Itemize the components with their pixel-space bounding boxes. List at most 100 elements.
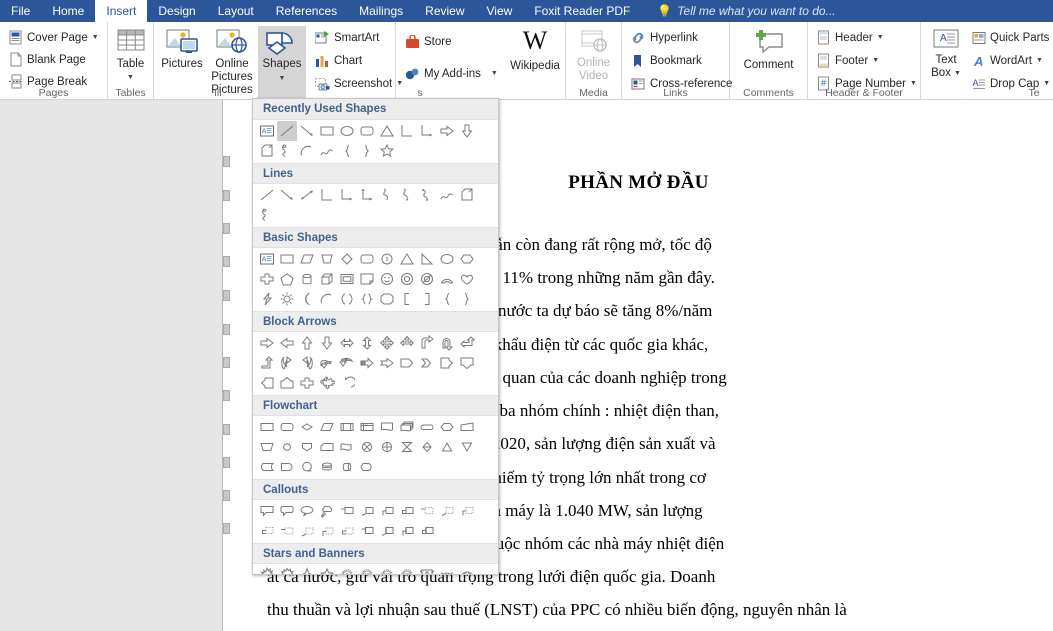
- wordart-button[interactable]: A WordArt ▼: [969, 51, 1053, 70]
- shape-bent-arrow[interactable]: [417, 333, 437, 353]
- table-button[interactable]: Table ▼: [108, 24, 153, 84]
- shape-left-up-arrow[interactable]: [457, 333, 477, 353]
- shape-explosion-2[interactable]: [277, 565, 297, 574]
- shape-down-ribbon[interactable]: [437, 565, 457, 574]
- shape-down-arrow[interactable]: [317, 333, 337, 353]
- shapes-button[interactable]: Shapes ▼: [258, 26, 306, 85]
- quick-parts-button[interactable]: Quick Parts: [969, 28, 1053, 47]
- shape-right-brace[interactable]: [457, 289, 477, 309]
- shape-star-32-point[interactable]: 32: [397, 565, 417, 574]
- shape-star-24-point[interactable]: 24: [377, 565, 397, 574]
- tab-references[interactable]: References: [265, 0, 348, 22]
- shape-line-callout-2-noborder[interactable]: [297, 521, 317, 541]
- shape-line-callout-4[interactable]: [397, 501, 417, 521]
- shape-right-arrow[interactable]: [437, 121, 457, 141]
- shapes-dropdown-menu[interactable]: Recently Used Shapes A Lines Basic Shapes A 8…: [252, 98, 499, 575]
- shape-left-brace[interactable]: [437, 289, 457, 309]
- shape-striped-right-arrow[interactable]: [357, 353, 377, 373]
- shape-up-down-arrow[interactable]: [357, 333, 377, 353]
- shape-arc[interactable]: [317, 289, 337, 309]
- shape-right-arrow[interactable]: [257, 333, 277, 353]
- my-addins-button[interactable]: My Add-ins ▼: [402, 64, 501, 83]
- shape-flowchart-manual-operation[interactable]: [257, 437, 277, 457]
- shape-flowchart-sort[interactable]: [417, 437, 437, 457]
- shape-star-4-point[interactable]: [297, 565, 317, 574]
- shape-rectangle[interactable]: [277, 249, 297, 269]
- tab-file[interactable]: File: [0, 0, 41, 22]
- shape-circular-arrow[interactable]: [337, 373, 357, 393]
- shape-trapezoid[interactable]: [317, 249, 337, 269]
- header-button[interactable]: Header ▼: [814, 28, 920, 47]
- shape-flowchart-extract[interactable]: [437, 437, 457, 457]
- shape-scribble[interactable]: [277, 141, 297, 161]
- bookmark-button[interactable]: Bookmark: [628, 51, 729, 70]
- shape-curved-up-arrow[interactable]: [317, 353, 337, 373]
- shape-elbow-connector[interactable]: [317, 185, 337, 205]
- shape-line-arrow[interactable]: [277, 185, 297, 205]
- shape-bent-up-arrow[interactable]: [257, 353, 277, 373]
- shape-line-diagonal[interactable]: [277, 121, 297, 141]
- shape-line-callout-3[interactable]: [377, 501, 397, 521]
- shape-four-way-arrow[interactable]: [377, 333, 397, 353]
- shape-scribble[interactable]: [257, 205, 277, 225]
- tab-mailings[interactable]: Mailings: [348, 0, 414, 22]
- chart-button[interactable]: Chart: [312, 51, 406, 70]
- shape-freeform-shape[interactable]: [257, 141, 277, 161]
- shape-flowchart-preparation[interactable]: [437, 417, 457, 437]
- smartart-button[interactable]: SmartArt: [312, 28, 406, 47]
- shape-line-callout-3-accent[interactable]: [397, 521, 417, 541]
- chevron-down-icon[interactable]: ▼: [872, 57, 879, 64]
- cover-page-button[interactable]: Cover Page ▼: [6, 28, 107, 47]
- shape-curved-arrow-connector[interactable]: [397, 185, 417, 205]
- tab-layout[interactable]: Layout: [207, 0, 265, 22]
- shape-curve[interactable]: [317, 141, 337, 161]
- text-box-button[interactable]: A Text Box ▼: [925, 28, 967, 80]
- shape-line-callout-1-noborder[interactable]: [277, 521, 297, 541]
- shape-left-arrow-callout[interactable]: [257, 373, 277, 393]
- shape-flowchart-punched-tape[interactable]: [337, 437, 357, 457]
- shape-line-callout-1-border[interactable]: [417, 501, 437, 521]
- shape-right-bracket[interactable]: [417, 289, 437, 309]
- shape-oval[interactable]: [337, 121, 357, 141]
- chevron-down-icon[interactable]: ▼: [1043, 80, 1050, 87]
- shape-flowchart-direct-access-storage[interactable]: [337, 457, 357, 477]
- shape-flowchart-multidocument[interactable]: [397, 417, 417, 437]
- shape-isosceles-triangle[interactable]: [397, 249, 417, 269]
- shape-oval[interactable]: [437, 249, 457, 269]
- chevron-down-icon[interactable]: ▼: [279, 72, 286, 85]
- shape-up-ribbon[interactable]: [417, 565, 437, 574]
- shape-cross[interactable]: [257, 269, 277, 289]
- shape-left-right-brace[interactable]: [357, 289, 377, 309]
- chevron-down-icon[interactable]: ▼: [954, 67, 961, 80]
- shape-oval-callout[interactable]: [297, 501, 317, 521]
- shape-pentagon-arrow[interactable]: [397, 353, 417, 373]
- shape-line-double-arrow[interactable]: [297, 185, 317, 205]
- shape-flowchart-terminator[interactable]: [417, 417, 437, 437]
- shape-line-callout-2-accent[interactable]: [377, 521, 397, 541]
- shape-left-bracket[interactable]: [397, 289, 417, 309]
- chevron-down-icon[interactable]: ▼: [92, 34, 99, 41]
- shape-flowchart-merge[interactable]: [457, 437, 477, 457]
- shape-flowchart-summing-junction[interactable]: [357, 437, 377, 457]
- shape-moon[interactable]: [297, 289, 317, 309]
- chevron-down-icon[interactable]: ▼: [1036, 57, 1043, 64]
- blank-page-button[interactable]: Blank Page: [6, 50, 107, 69]
- shape-rounded-rectangular-callout[interactable]: [277, 501, 297, 521]
- shape-bevel[interactable]: [337, 269, 357, 289]
- shape-left-brace[interactable]: [337, 141, 357, 161]
- hyperlink-button[interactable]: Hyperlink: [628, 28, 729, 47]
- shape-elbow-connector[interactable]: [397, 121, 417, 141]
- shape-curved-down-arrow[interactable]: [337, 353, 357, 373]
- comment-button[interactable]: Comment: [730, 24, 807, 72]
- shape-down-arrow-callout[interactable]: [457, 353, 477, 373]
- shape-flowchart-sequential-access-storage[interactable]: [297, 457, 317, 477]
- shape-line-callout-3-noborder[interactable]: [317, 521, 337, 541]
- shape-line-callout-2[interactable]: [357, 501, 377, 521]
- shape-cloud-callout[interactable]: [317, 501, 337, 521]
- shape-down-arrow[interactable]: [457, 121, 477, 141]
- shape-no-symbol[interactable]: [417, 269, 437, 289]
- shape-up-arrow[interactable]: [297, 333, 317, 353]
- shape-line-callout-2-border[interactable]: [437, 501, 457, 521]
- shape-flowchart-decision[interactable]: [297, 417, 317, 437]
- shape-cross-arrow[interactable]: [297, 373, 317, 393]
